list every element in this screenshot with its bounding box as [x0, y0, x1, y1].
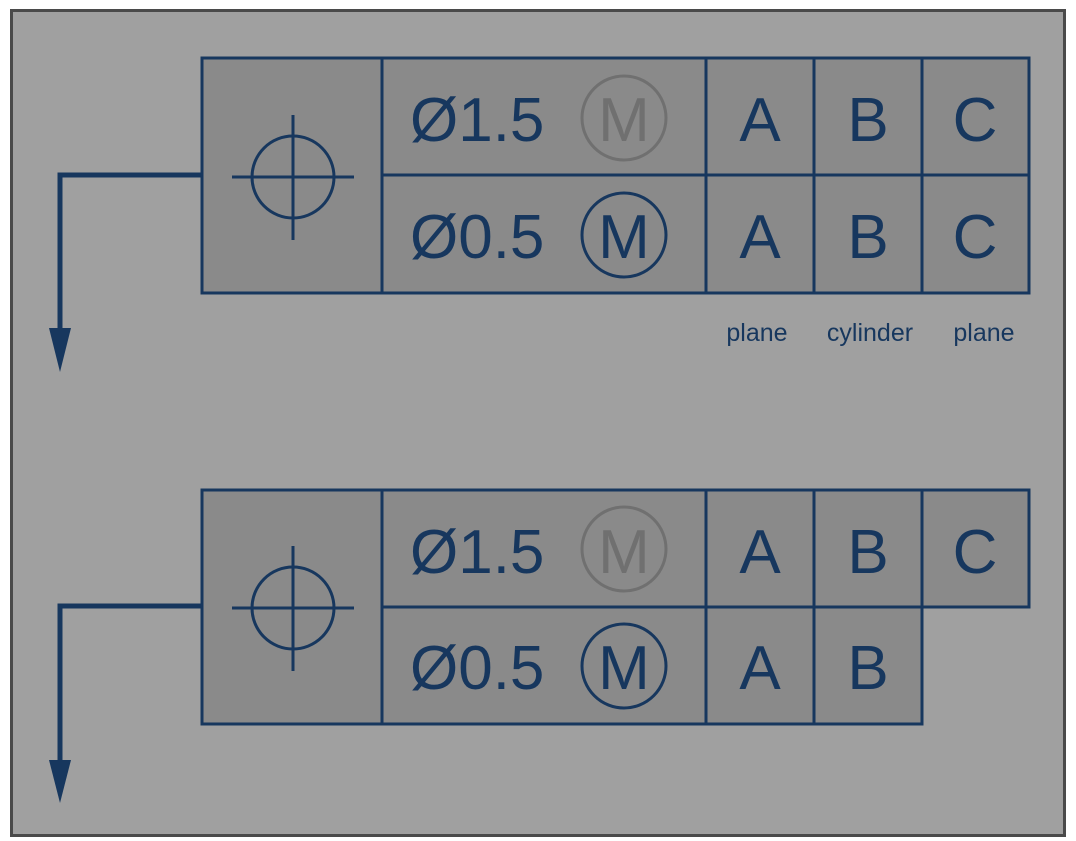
modifier-letter: M [598, 203, 650, 272]
tolerance-value-lower: Ø0.5 [410, 634, 544, 703]
datum-letter: A [739, 203, 781, 272]
datum-note-a: plane [726, 319, 787, 347]
datum-note-b: cylinder [827, 319, 913, 347]
datum-letter: A [739, 86, 781, 155]
datum-note-c: plane [953, 319, 1014, 347]
feature-control-frame-1: Ø1.5 M A B C Ø0.5 M A B C plane cylinder… [49, 56, 1031, 372]
datum-letter: A [739, 634, 781, 703]
modifier-letter: M [598, 86, 650, 155]
datum-letter: B [847, 634, 888, 703]
feature-control-frames-canvas: Ø1.5 M A B C Ø0.5 M A B C plane cylinder… [49, 56, 1031, 803]
modifier-letter: M [598, 634, 650, 703]
datum-letter: C [953, 518, 998, 587]
modifier-letter: M [598, 518, 650, 587]
leader-line [57, 172, 202, 330]
leader-line [57, 603, 202, 762]
tolerance-value-upper: Ø1.5 [410, 86, 544, 155]
datum-letter: B [847, 518, 888, 587]
datum-letter: B [847, 203, 888, 272]
datum-letter: A [739, 518, 781, 587]
datum-letter: C [953, 203, 998, 272]
leader-arrowhead [49, 328, 71, 372]
tolerance-value-lower: Ø0.5 [410, 203, 544, 272]
datum-letter: B [847, 86, 888, 155]
feature-control-frame-2: Ø1.5 M A B C Ø0.5 M A B [49, 488, 1031, 803]
tolerance-value-upper: Ø1.5 [410, 518, 544, 587]
leader-arrowhead [49, 760, 71, 803]
datum-letter: C [953, 86, 998, 155]
